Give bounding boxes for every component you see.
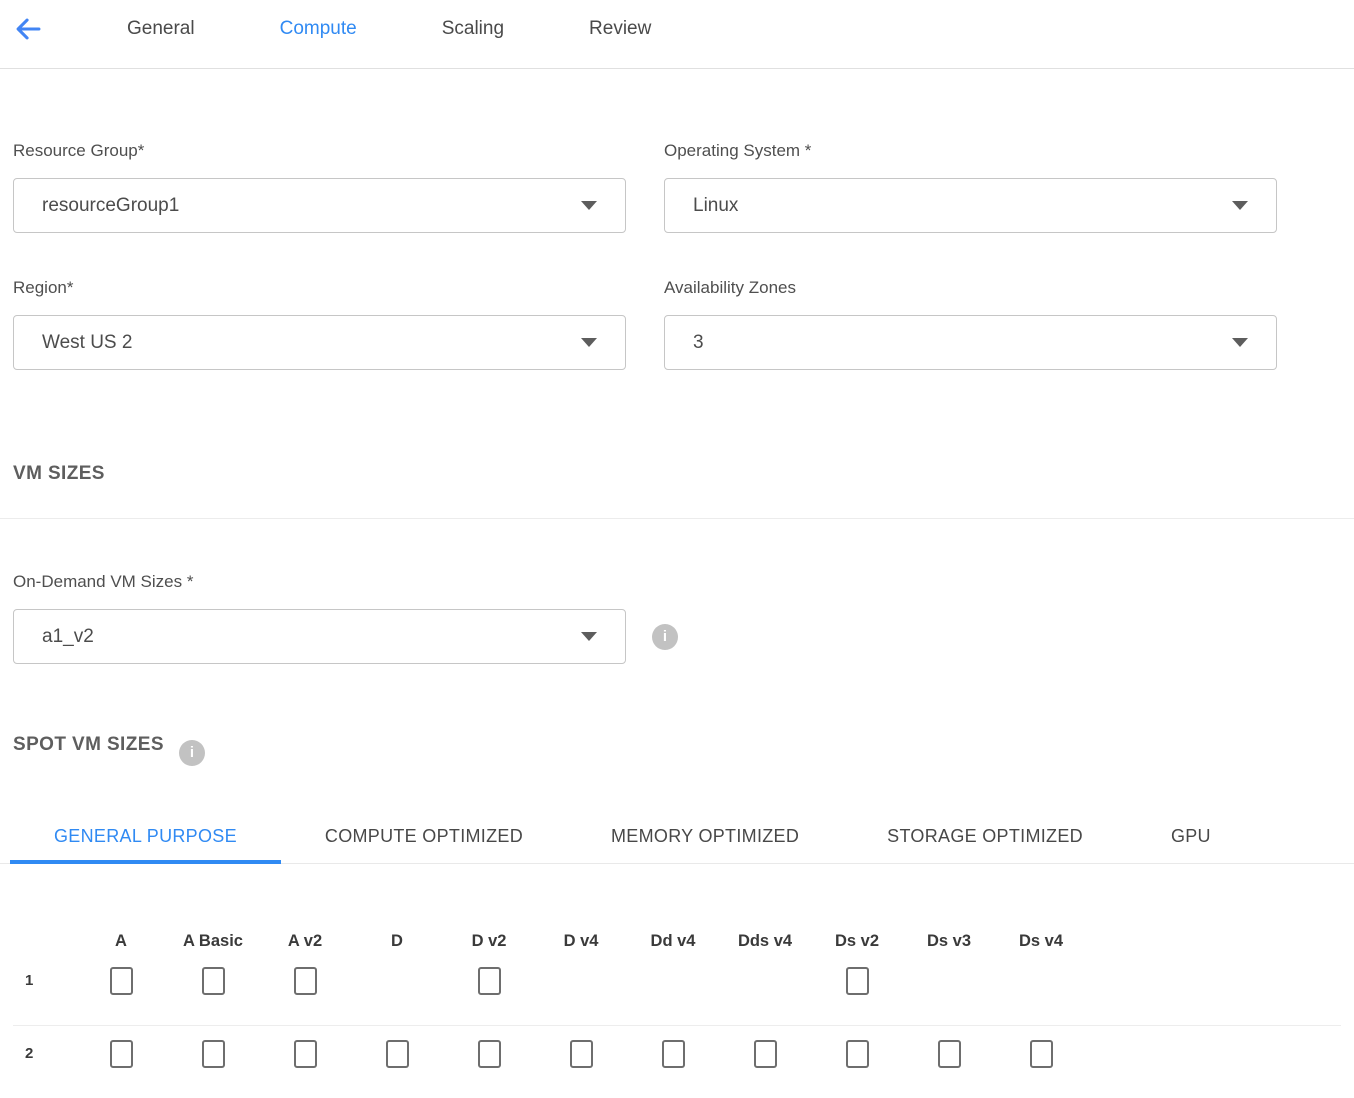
form-field: Availability Zones 3 — [664, 277, 1277, 370]
vm-size-cell — [202, 967, 225, 995]
tab-general[interactable]: General — [127, 18, 195, 40]
spot-tab-compute-optimized[interactable]: COMPUTE OPTIMIZED — [281, 814, 567, 864]
select-value: Linux — [693, 195, 738, 217]
column-header: D v2 — [472, 932, 507, 951]
vm-table-header: A A Basic A v2 D D v2 D v4 Dd v4 Dds v4 Ds v2 Ds … — [13, 932, 1341, 951]
column-header: A Basic — [183, 932, 243, 951]
column-header: Ds v4 — [1019, 932, 1063, 951]
form-field: Operating System * Linux — [664, 140, 1277, 233]
tab-compute[interactable]: Compute — [280, 18, 357, 40]
field-label: Region* — [13, 277, 626, 298]
region-dropdown[interactable]: West US 2 — [13, 315, 626, 370]
on-demand-section: On-Demand VM Sizes * a1_v2 i — [13, 571, 1341, 664]
spot-vm-sizes-header: SPOT VM SIZES i — [13, 734, 1341, 772]
spot-tabs: GENERAL PURPOSECOMPUTE OPTIMIZEDMEMORY O… — [10, 814, 1341, 864]
field-label: Resource Group* — [13, 140, 626, 161]
section-divider — [0, 518, 1354, 519]
vm-size-cell — [294, 967, 317, 995]
select-value: a1_v2 — [42, 626, 94, 648]
chevron-down-icon — [1232, 338, 1248, 347]
spot-tab-general-purpose[interactable]: GENERAL PURPOSE — [10, 814, 281, 864]
vm-size-checkbox[interactable] — [938, 1040, 961, 1068]
vm-table-body: 1 2 — [13, 951, 1341, 1068]
column-header: A v2 — [288, 932, 322, 951]
chevron-down-icon — [1232, 201, 1248, 210]
vm-size-checkbox[interactable] — [294, 967, 317, 995]
resource-group-dropdown[interactable]: resourceGroup1 — [13, 178, 626, 233]
form-field: Resource Group* resourceGroup1 — [13, 140, 626, 233]
info-icon[interactable]: i — [652, 624, 678, 650]
vm-size-checkbox[interactable] — [570, 1040, 593, 1068]
vm-size-cell — [478, 1040, 501, 1068]
chevron-down-icon — [581, 338, 597, 347]
vm-size-checkbox[interactable] — [294, 1040, 317, 1068]
nav-tabs: General Compute Scaling Review — [127, 18, 651, 40]
vm-size-cell — [570, 1040, 593, 1068]
column-header: Dds v4 — [738, 932, 792, 951]
chevron-down-icon — [581, 201, 597, 210]
form-grid: Resource Group* resourceGroup1 Operating… — [13, 140, 1341, 370]
vm-size-checkbox[interactable] — [846, 1040, 869, 1068]
vm-size-cell — [294, 1040, 317, 1068]
vm-size-cell — [754, 1040, 777, 1068]
vm-size-table: A A Basic A v2 D D v2 D v4 Dd v4 Dds v4 Ds v2 Ds … — [13, 932, 1341, 1068]
back-button[interactable] — [11, 12, 45, 46]
spot-vm-sizes-heading: SPOT VM SIZES — [13, 734, 164, 756]
vm-size-cell — [938, 1040, 961, 1068]
vm-size-cell — [478, 967, 501, 995]
form-field: Region* West US 2 — [13, 277, 626, 370]
column-header: Dd v4 — [651, 932, 696, 951]
column-header: D — [391, 932, 403, 951]
vm-size-cell — [1030, 1040, 1053, 1068]
spot-tab-storage-optimized[interactable]: STORAGE OPTIMIZED — [843, 814, 1127, 864]
vm-size-checkbox[interactable] — [110, 1040, 133, 1068]
field-label: Availability Zones — [664, 277, 1277, 298]
info-icon[interactable]: i — [179, 740, 205, 766]
tab-scaling[interactable]: Scaling — [442, 18, 504, 40]
chevron-down-icon — [581, 632, 597, 641]
vm-size-checkbox[interactable] — [662, 1040, 685, 1068]
column-header: A — [115, 932, 127, 951]
select-value: resourceGroup1 — [42, 195, 179, 217]
vm-size-checkbox[interactable] — [846, 967, 869, 995]
column-header: Ds v2 — [835, 932, 879, 951]
select-value: West US 2 — [42, 332, 132, 354]
spot-tab-gpu[interactable]: GPU — [1127, 814, 1255, 864]
select-value: 3 — [693, 332, 704, 354]
vm-size-checkbox[interactable] — [110, 967, 133, 995]
vm-size-cell — [202, 1040, 225, 1068]
vm-size-checkbox[interactable] — [754, 1040, 777, 1068]
vm-size-cell — [846, 967, 869, 995]
field-label: On-Demand VM Sizes * — [13, 571, 1341, 592]
wizard-nav: General Compute Scaling Review — [0, 0, 1354, 69]
row-label: 2 — [13, 1045, 33, 1062]
field-label: Operating System * — [664, 140, 1277, 161]
vm-size-checkbox[interactable] — [1030, 1040, 1053, 1068]
vm-size-cell — [386, 1040, 409, 1068]
vm-size-checkbox[interactable] — [386, 1040, 409, 1068]
vm-sizes-heading: VM SIZES — [13, 463, 1341, 485]
table-row: 2 — [13, 1026, 1341, 1068]
spot-tab-memory-optimized[interactable]: MEMORY OPTIMIZED — [567, 814, 843, 864]
tab-review[interactable]: Review — [589, 18, 651, 40]
vm-size-checkbox[interactable] — [202, 967, 225, 995]
vm-size-cell — [110, 1040, 133, 1068]
vm-size-cell — [662, 1040, 685, 1068]
vm-size-cell — [110, 967, 133, 995]
vm-size-checkbox[interactable] — [478, 1040, 501, 1068]
vm-size-cell — [846, 1040, 869, 1068]
column-header: Ds v3 — [927, 932, 971, 951]
availability-zones-dropdown[interactable]: 3 — [664, 315, 1277, 370]
column-header: D v4 — [564, 932, 599, 951]
arrow-left-icon — [12, 13, 44, 45]
table-row: 1 — [13, 951, 1341, 1026]
vm-size-checkbox[interactable] — [478, 967, 501, 995]
row-label: 1 — [13, 972, 33, 989]
vm-size-checkbox[interactable] — [202, 1040, 225, 1068]
operating-system--dropdown[interactable]: Linux — [664, 178, 1277, 233]
on-demand-vm-sizes-dropdown[interactable]: a1_v2 — [13, 609, 626, 664]
compute-step-content: Resource Group* resourceGroup1 Operating… — [0, 140, 1354, 1068]
